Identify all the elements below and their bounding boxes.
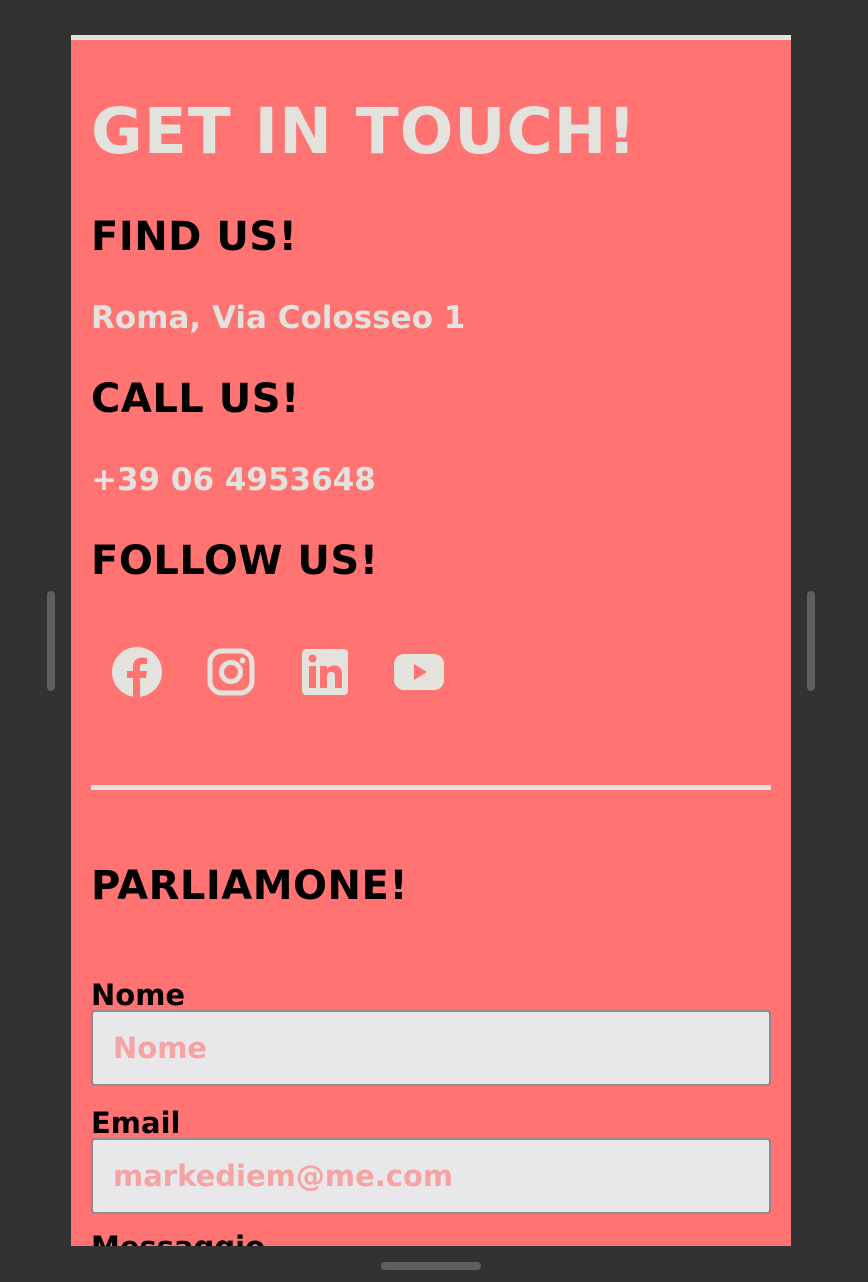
name-input[interactable] (91, 1010, 771, 1086)
message-label: Messaggio (91, 1233, 265, 1247)
call-us-heading: CALL US! (91, 376, 300, 422)
email-input[interactable] (91, 1138, 771, 1214)
left-resize-handle[interactable] (47, 591, 55, 691)
youtube-icon[interactable] (393, 646, 445, 698)
contact-form-heading: PARLIAMONE! (91, 863, 409, 909)
phone-text: +39 06 4953648 (91, 462, 376, 498)
name-label: Nome (91, 978, 186, 1012)
page-viewport: GET IN TOUCH! FIND US! Roma, Via Colosse… (71, 35, 791, 1246)
instagram-icon[interactable] (205, 646, 257, 698)
facebook-icon[interactable] (111, 646, 163, 698)
social-links (111, 644, 487, 700)
follow-us-heading: FOLLOW US! (91, 538, 379, 584)
find-us-heading: FIND US! (91, 214, 298, 260)
home-indicator[interactable] (381, 1262, 481, 1270)
address-text: Roma, Via Colosseo 1 (91, 300, 466, 336)
device-frame: GET IN TOUCH! FIND US! Roma, Via Colosse… (0, 0, 868, 1282)
linkedin-icon[interactable] (299, 646, 351, 698)
page-title: GET IN TOUCH! (91, 95, 638, 168)
right-resize-handle[interactable] (807, 591, 815, 691)
email-label: Email (91, 1106, 181, 1140)
section-divider (91, 785, 771, 790)
